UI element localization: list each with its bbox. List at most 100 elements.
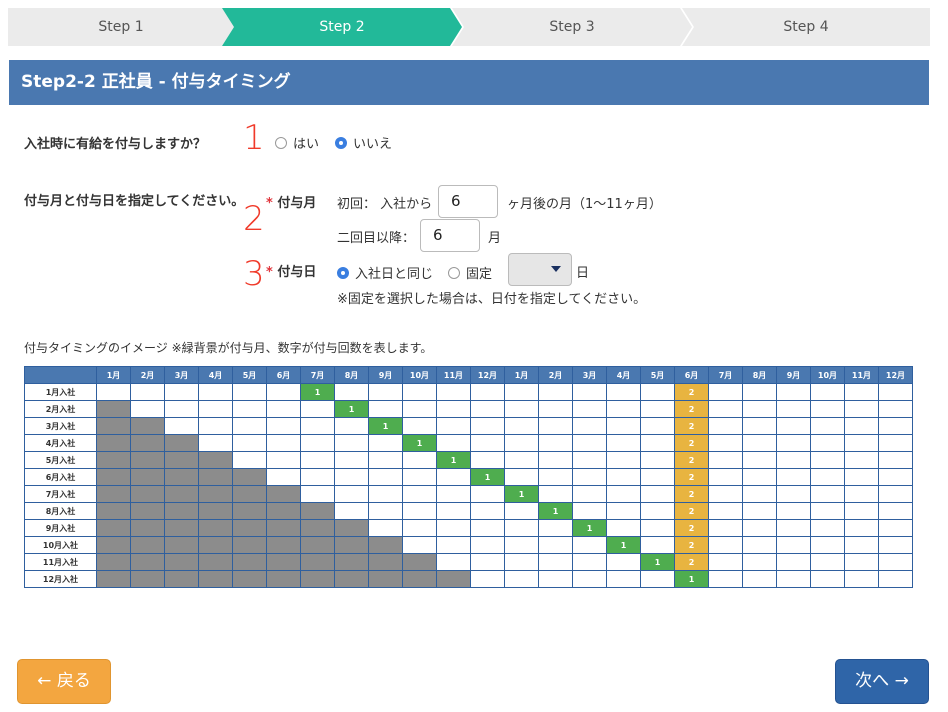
- empty-cell: [640, 485, 675, 503]
- pre-join-cell: [198, 451, 233, 469]
- empty-cell: [606, 383, 641, 401]
- empty-cell: [776, 519, 811, 537]
- second-grant-cell: 2: [674, 536, 709, 554]
- month-header: 9月: [776, 366, 811, 384]
- empty-cell: [810, 451, 845, 469]
- first-grant-cell: 1: [436, 451, 471, 469]
- empty-cell: [470, 417, 505, 435]
- first-grant-cell: 1: [572, 519, 607, 537]
- empty-cell: [436, 485, 471, 503]
- empty-cell: [266, 434, 301, 452]
- empty-cell: [504, 468, 539, 486]
- empty-cell: [776, 553, 811, 571]
- empty-cell: [844, 434, 879, 452]
- pre-join-cell: [368, 536, 403, 554]
- empty-cell: [368, 400, 403, 418]
- empty-cell: [844, 400, 879, 418]
- first-grant-months-input[interactable]: 6: [438, 185, 498, 218]
- empty-cell: [640, 536, 675, 554]
- empty-cell: [742, 536, 777, 554]
- empty-cell: [844, 502, 879, 520]
- q1-option-yes[interactable]: はい: [275, 133, 319, 152]
- pre-join-cell: [232, 502, 267, 520]
- empty-cell: [470, 553, 505, 571]
- pre-join-cell: [96, 519, 131, 537]
- empty-cell: [504, 536, 539, 554]
- fixed-day-select[interactable]: [508, 253, 572, 286]
- empty-cell: [878, 519, 913, 537]
- step-3[interactable]: Step 3: [452, 8, 692, 46]
- pre-join-cell: [266, 519, 301, 537]
- second-grant-cell: 2: [674, 383, 709, 401]
- q1-option-no[interactable]: いいえ: [335, 133, 392, 152]
- month-header: 7月: [300, 366, 335, 384]
- empty-cell: [640, 434, 675, 452]
- back-button[interactable]: ← 戻る: [17, 659, 111, 704]
- empty-cell: [368, 383, 403, 401]
- empty-cell: [402, 536, 437, 554]
- pre-join-cell: [164, 502, 199, 520]
- second-grant-month-input[interactable]: 6: [420, 219, 480, 252]
- empty-cell: [232, 434, 267, 452]
- grant-day-option-fixed[interactable]: 固定: [448, 263, 492, 282]
- empty-cell: [810, 502, 845, 520]
- radio-fixed[interactable]: [448, 266, 460, 279]
- empty-cell: [504, 502, 539, 520]
- pre-join-cell: [436, 570, 471, 588]
- empty-cell: [708, 502, 743, 520]
- empty-cell: [708, 468, 743, 486]
- radio-yes[interactable]: [275, 136, 287, 149]
- empty-cell: [742, 485, 777, 503]
- month-header: 12月: [470, 366, 505, 384]
- pre-join-cell: [164, 451, 199, 469]
- empty-cell: [402, 519, 437, 537]
- first-grant-prefix: 初回： 入社から: [337, 197, 433, 212]
- empty-cell: [504, 553, 539, 571]
- first-grant-cell: 1: [538, 502, 573, 520]
- table-row: 9月入社 1 2: [24, 519, 913, 537]
- pre-join-cell: [198, 519, 233, 537]
- table-row: 12月入社 1: [24, 570, 913, 588]
- pre-join-cell: [130, 417, 165, 435]
- empty-cell: [606, 468, 641, 486]
- empty-cell: [572, 383, 607, 401]
- month-header: 4月: [198, 366, 233, 384]
- pre-join-cell: [266, 485, 301, 503]
- radio-same-as-join[interactable]: [337, 266, 349, 279]
- grant-day-option-same[interactable]: 入社日と同じ: [337, 263, 433, 282]
- pre-join-cell: [130, 451, 165, 469]
- month-header: 10月: [810, 366, 845, 384]
- empty-cell: [334, 451, 369, 469]
- empty-cell: [198, 383, 233, 401]
- pre-join-cell: [198, 468, 233, 486]
- empty-cell: [504, 519, 539, 537]
- empty-cell: [606, 434, 641, 452]
- pre-join-cell: [334, 553, 369, 571]
- step-1[interactable]: Step 1: [8, 8, 234, 46]
- table-row: 1月入社 1 2: [24, 383, 913, 401]
- empty-cell: [776, 570, 811, 588]
- empty-cell: [538, 400, 573, 418]
- empty-cell: [606, 485, 641, 503]
- empty-cell: [538, 417, 573, 435]
- grant-month-label-text: 付与月: [277, 196, 317, 211]
- empty-cell: [368, 519, 403, 537]
- empty-cell: [436, 536, 471, 554]
- step-4[interactable]: Step 4: [682, 8, 930, 46]
- step-2[interactable]: Step 2: [222, 8, 462, 46]
- first-grant-cell: 1: [674, 570, 709, 588]
- empty-cell: [640, 468, 675, 486]
- first-grant-cell: 1: [640, 553, 675, 571]
- grant-timeline-table: 1月 2月 3月 4月 5月 6月 7月 8月 9月 10月 11月 12月 1月 2月 3月 4月 5月 6月 7…: [24, 366, 913, 588]
- month-header: 8月: [742, 366, 777, 384]
- empty-cell: [742, 451, 777, 469]
- next-button[interactable]: 次へ →: [835, 659, 929, 704]
- radio-no[interactable]: [335, 136, 347, 149]
- empty-cell: [810, 417, 845, 435]
- month-header: 11月: [844, 366, 879, 384]
- pre-join-cell: [96, 468, 131, 486]
- pre-join-cell: [96, 536, 131, 554]
- second-grant-cell: 2: [674, 451, 709, 469]
- row-label: 1月入社: [24, 383, 97, 401]
- empty-cell: [130, 383, 165, 401]
